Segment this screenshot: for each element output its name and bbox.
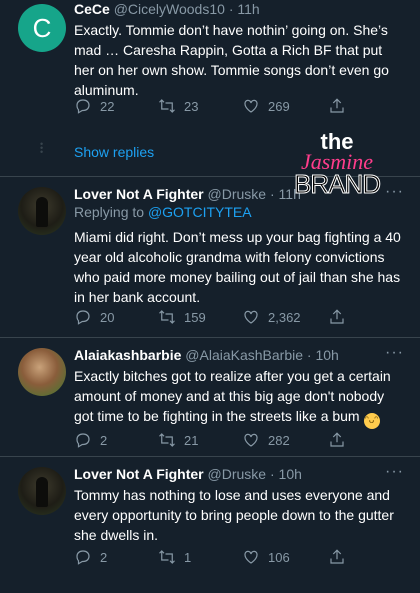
retweet-icon (159, 433, 175, 447)
author-name[interactable]: CeCe (74, 1, 110, 17)
retweet-icon (159, 99, 175, 113)
author-name[interactable]: Lover Not A Fighter (74, 466, 204, 482)
retweet-count: 159 (184, 309, 206, 325)
share-button[interactable] (328, 431, 346, 449)
thread-dots: • • • (40, 139, 44, 157)
tweet-header: Lover Not A Fighter @Druske · 10h ··· (74, 464, 404, 483)
author-handle[interactable]: @AlaiaKashBarbie (185, 347, 303, 363)
reply-button[interactable]: 2 (74, 548, 107, 566)
reply-button[interactable]: 2 (74, 431, 107, 449)
tweet-4[interactable]: Lover Not A Fighter @Druske · 10h ··· To… (0, 457, 420, 593)
author-handle[interactable]: @Druske (208, 186, 267, 202)
tweet-text: Exactly. Tommie don’t have nothin’ going… (74, 22, 389, 98)
reply-count: 2 (100, 549, 108, 565)
timestamp[interactable]: · 10h (307, 347, 339, 363)
action-bar: 2 1 106 (74, 547, 404, 567)
author-name[interactable]: Lover Not A Fighter (74, 186, 204, 202)
replying-to: Replying to @GOTCITYTEA (74, 203, 404, 221)
share-button[interactable] (328, 548, 346, 566)
share-icon (330, 549, 344, 564)
reply-button[interactable]: 22 (74, 97, 114, 115)
like-button[interactable]: 2,362 (242, 308, 301, 326)
tweet-3[interactable]: Alaiakashbarbie @AlaiaKashBarbie · 10h ·… (0, 338, 420, 457)
tweet-header: Alaiakashbarbie @AlaiaKashBarbie · 10h ·… (74, 345, 404, 364)
reply-count: 20 (100, 309, 115, 325)
reply-count: 22 (100, 98, 115, 114)
retweet-count: 21 (184, 432, 199, 448)
author-handle[interactable]: @Druske (208, 466, 267, 482)
tweet-header: CeCe @CicelyWoods10 · 11h (74, 0, 404, 18)
avatar-figure (36, 477, 48, 507)
replying-to-label: Replying to (74, 204, 145, 220)
retweet-count: 23 (184, 98, 199, 114)
like-button[interactable]: 269 (242, 97, 290, 115)
reply-icon (76, 99, 90, 114)
show-replies-link[interactable]: Show replies (74, 144, 154, 160)
reply-icon (76, 550, 90, 565)
laughing-emoji-icon: ᵔᴗᵔ (363, 413, 380, 429)
retweet-button[interactable]: 21 (158, 431, 198, 449)
like-button[interactable]: 282 (242, 431, 290, 449)
watermark-line3: BRAND (293, 169, 381, 199)
timestamp[interactable]: · 11h (229, 1, 260, 17)
share-button[interactable] (328, 308, 346, 326)
retweet-icon (159, 310, 175, 324)
reply-icon (76, 310, 90, 325)
retweet-button[interactable]: 159 (158, 308, 206, 326)
reply-mention-link[interactable]: @GOTCITYTEA (148, 204, 252, 220)
share-icon (330, 98, 344, 113)
retweet-button[interactable]: 1 (158, 548, 191, 566)
tweet-text: Miami did right. Don’t mess up your bag … (74, 229, 401, 305)
like-count: 2,362 (268, 309, 301, 325)
like-icon (244, 550, 258, 564)
reply-button[interactable]: 20 (74, 308, 114, 326)
share-button[interactable] (328, 97, 346, 115)
action-bar: 20 159 2,362 (74, 307, 404, 327)
action-bar: 2 21 282 (74, 430, 404, 450)
avatar[interactable] (18, 467, 66, 515)
like-icon (244, 310, 258, 324)
author-name[interactable]: Alaiakashbarbie (74, 347, 181, 363)
tweet-text: Tommy has nothing to lose and uses every… (74, 487, 394, 543)
reply-icon (76, 433, 90, 448)
like-count: 269 (268, 98, 290, 114)
tweet-text-content: Exactly bitches got to realize after you… (74, 368, 391, 424)
avatar[interactable] (18, 187, 66, 235)
avatar[interactable]: C (18, 4, 66, 52)
avatar-figure (36, 197, 48, 227)
like-icon (244, 99, 258, 113)
more-icon[interactable]: ··· (385, 464, 404, 480)
like-icon (244, 433, 258, 447)
like-button[interactable]: 106 (242, 548, 290, 566)
author-handle[interactable]: @CicelyWoods10 (114, 1, 225, 17)
tweet-2[interactable]: Lover Not A Fighter @Druske · 11h ··· Re… (0, 177, 420, 338)
retweet-button[interactable]: 23 (158, 97, 198, 115)
share-icon (330, 309, 344, 324)
avatar[interactable] (18, 348, 66, 396)
retweet-icon (159, 550, 175, 564)
the-jasmine-brand-watermark: the Jasmine BRAND (282, 131, 392, 199)
tweet-text: Exactly bitches got to realize after you… (74, 366, 404, 429)
reply-count: 2 (100, 432, 108, 448)
timestamp[interactable]: · 10h (270, 466, 302, 482)
retweet-count: 1 (184, 549, 192, 565)
like-count: 106 (268, 549, 290, 565)
action-bar: 22 23 269 (74, 96, 404, 116)
like-count: 282 (268, 432, 290, 448)
more-icon[interactable]: ··· (385, 345, 404, 361)
share-icon (330, 432, 344, 447)
